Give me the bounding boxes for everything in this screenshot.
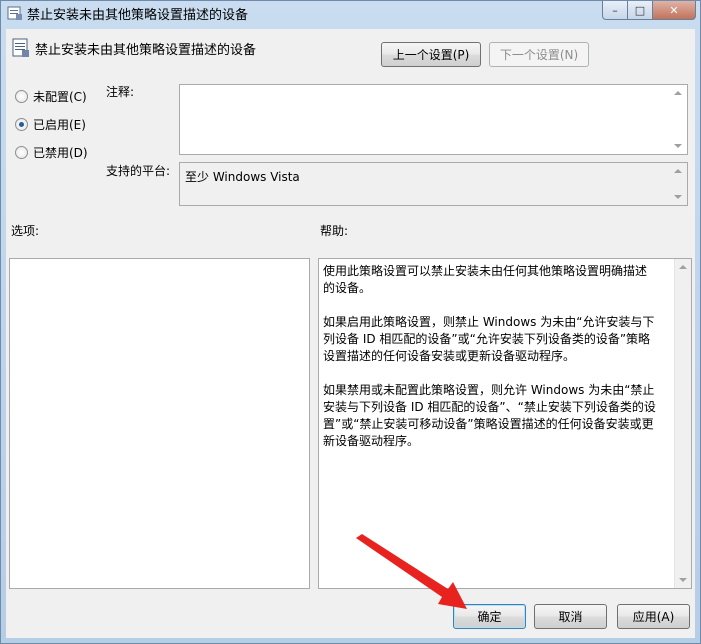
- options-panel: [9, 258, 310, 589]
- help-scrollbar[interactable]: [674, 259, 691, 588]
- radio-button[interactable]: [15, 90, 28, 103]
- scroll-down-icon[interactable]: [674, 195, 682, 199]
- scroll-up-icon[interactable]: [674, 91, 682, 95]
- platform-value: 至少 Windows Vista: [185, 170, 300, 184]
- scroll-down-icon[interactable]: [679, 578, 687, 582]
- help-paragraph: 如果禁用或未配置此策略设置，则允许 Windows 为未由“禁止安装与下列设备 …: [323, 383, 656, 448]
- minimize-button[interactable]: –: [602, 1, 628, 20]
- close-button[interactable]: ✕: [653, 1, 696, 20]
- apply-button[interactable]: 应用(A): [617, 604, 690, 629]
- scroll-up-icon[interactable]: [674, 169, 682, 173]
- options-label: 选项:: [11, 224, 40, 238]
- help-label: 帮助:: [320, 224, 349, 238]
- dialog-client-area: 禁止安装未由其他策略设置描述的设备 上一个设置(P) 下一个设置(N) 未配置(…: [6, 29, 695, 638]
- help-panel: 使用此策略设置可以禁止安装未由任何其他策略设置明确描述的设备。 如果启用此策略设…: [318, 258, 692, 589]
- platform-label: 支持的平台:: [106, 164, 171, 178]
- radio-label: 已启用(E): [33, 118, 86, 132]
- help-paragraph: 使用此策略设置可以禁止安装未由任何其他策略设置明确描述的设备。: [323, 264, 648, 295]
- platform-field: 至少 Windows Vista: [179, 162, 688, 206]
- policy-title: 禁止安装未由其他策略设置描述的设备: [35, 43, 257, 58]
- maximize-button[interactable]: □: [628, 1, 653, 20]
- radio-disabled[interactable]: 已禁用(D): [15, 144, 88, 161]
- previous-setting-button[interactable]: 上一个设置(P): [381, 42, 481, 67]
- window-controls: – □ ✕: [602, 1, 696, 20]
- title-bar[interactable]: 禁止安装未由其他策略设置描述的设备 – □ ✕: [1, 1, 700, 25]
- comment-scrollbar[interactable]: [670, 85, 687, 154]
- platform-scrollbar[interactable]: [670, 163, 687, 205]
- policy-settings-icon: [12, 38, 29, 57]
- ok-button[interactable]: 确定: [453, 604, 526, 629]
- radio-not-configured[interactable]: 未配置(C): [15, 88, 87, 105]
- radio-button[interactable]: [15, 146, 28, 159]
- radio-enabled[interactable]: 已启用(E): [15, 116, 86, 133]
- help-text: 使用此策略设置可以禁止安装未由任何其他策略设置明确描述的设备。 如果启用此策略设…: [323, 263, 657, 467]
- scroll-down-icon[interactable]: [674, 144, 682, 148]
- scroll-up-icon[interactable]: [679, 265, 687, 269]
- radio-label: 未配置(C): [33, 90, 87, 104]
- radio-label: 已禁用(D): [33, 146, 88, 160]
- help-paragraph: 如果启用此策略设置，则禁止 Windows 为未由“允许安装与下列设备 ID 相…: [323, 315, 655, 363]
- cancel-button[interactable]: 取消: [534, 604, 607, 629]
- window-title: 禁止安装未由其他策略设置描述的设备: [27, 8, 249, 23]
- policy-settings-icon: [7, 6, 22, 20]
- comment-label: 注释:: [106, 85, 135, 99]
- radio-button[interactable]: [15, 118, 28, 131]
- policy-dialog-window: 禁止安装未由其他策略设置描述的设备 – □ ✕ 禁止安装未由其他策略设置描述的设…: [0, 0, 701, 644]
- next-setting-button[interactable]: 下一个设置(N): [489, 42, 589, 67]
- comment-textarea[interactable]: [179, 84, 688, 155]
